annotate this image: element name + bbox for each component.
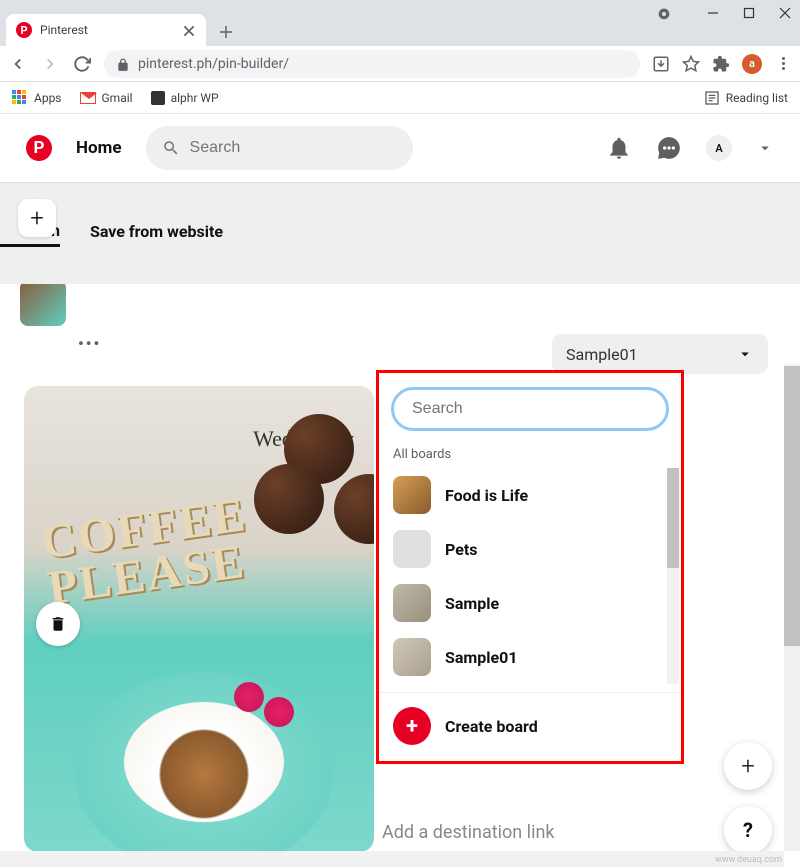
create-board-button[interactable]: + Create board <box>379 692 681 751</box>
tab-save-from-website[interactable]: Save from website <box>90 222 223 245</box>
board-label: Sample <box>445 594 499 613</box>
account-menu-chevron[interactable] <box>756 139 774 157</box>
bookmark-star-icon[interactable] <box>682 55 700 73</box>
page-vertical-scrollbar[interactable] <box>784 364 800 851</box>
chevron-down-icon <box>736 345 754 363</box>
delete-pin-button[interactable] <box>36 602 80 646</box>
apps-bookmark[interactable]: Apps <box>12 90 62 106</box>
draft-options-button[interactable]: ••• <box>78 334 101 353</box>
profile-avatar[interactable]: A <box>706 135 732 161</box>
create-board-label: Create board <box>445 717 538 736</box>
fab-help-button[interactable]: ? <box>724 806 772 854</box>
window-close-button[interactable] <box>778 6 792 20</box>
install-icon[interactable] <box>652 55 670 73</box>
gmail-bookmark[interactable]: Gmail <box>80 91 133 105</box>
plus-icon: + <box>393 707 431 745</box>
browser-tab[interactable]: P Pinterest <box>6 14 206 46</box>
browser-avatar[interactable]: a <box>742 54 762 74</box>
board-label: Food is Life <box>445 486 528 505</box>
home-link[interactable]: Home <box>76 138 122 158</box>
board-picker-panel: All boards Food is Life Pets Sample Samp… <box>376 370 684 764</box>
board-section-label: All boards <box>379 441 681 468</box>
header-search-input[interactable] <box>190 139 397 157</box>
board-thumb <box>393 584 431 622</box>
back-button[interactable] <box>8 54 28 74</box>
forward-button[interactable] <box>40 54 60 74</box>
header-search[interactable] <box>146 126 413 170</box>
board-search-input[interactable] <box>412 400 648 418</box>
board-thumb <box>393 476 431 514</box>
add-pin-button[interactable]: + <box>18 199 56 237</box>
destination-link-input[interactable]: Add a destination link <box>382 822 555 843</box>
board-thumb <box>393 638 431 676</box>
wp-icon <box>151 91 165 105</box>
window-minimize-button[interactable] <box>706 6 720 20</box>
gmail-label: Gmail <box>102 91 133 105</box>
bookmarks-bar: Apps Gmail alphr WP Reading list <box>0 82 800 114</box>
board-thumb <box>393 530 431 568</box>
page-horizontal-scrollbar[interactable] <box>0 851 784 867</box>
url-text: pinterest.ph/pin-builder/ <box>138 56 628 72</box>
reload-button[interactable] <box>72 54 92 74</box>
new-tab-button[interactable] <box>212 18 240 46</box>
content-area: + at n Save from website ••• Sample01 We… <box>0 182 800 867</box>
lock-icon <box>116 57 130 71</box>
window-maximize-button[interactable] <box>742 6 756 20</box>
apps-label: Apps <box>34 91 62 105</box>
extensions-icon[interactable] <box>712 55 730 73</box>
board-select-dropdown[interactable]: Sample01 <box>552 334 768 374</box>
board-item-pets[interactable]: Pets <box>379 522 681 576</box>
alphr-label: alphr WP <box>171 91 219 105</box>
notifications-button[interactable] <box>606 135 632 161</box>
board-item-sample[interactable]: Sample <box>379 576 681 630</box>
board-label: Pets <box>445 540 477 559</box>
reading-list-icon <box>704 90 720 106</box>
board-search[interactable] <box>391 387 669 431</box>
alphr-bookmark[interactable]: alphr WP <box>151 91 219 105</box>
cup-decor <box>74 672 334 852</box>
fab-add-button[interactable]: + <box>724 742 772 790</box>
tabstrip: P Pinterest <box>0 10 800 46</box>
pinterest-logo[interactable]: P <box>26 135 52 161</box>
board-item-sample01[interactable]: Sample01 <box>379 630 681 684</box>
pin-overlay-text: COFFEE PLEASE <box>39 492 256 611</box>
reading-list-button[interactable]: Reading list <box>704 90 788 106</box>
pin-builder-tabs: + at n Save from website <box>0 182 800 284</box>
board-label: Sample01 <box>445 648 518 667</box>
trash-icon <box>49 615 67 633</box>
board-select-value: Sample01 <box>566 345 638 364</box>
messages-button[interactable] <box>656 135 682 161</box>
board-list-scrollbar[interactable] <box>667 468 679 684</box>
board-list: Food is Life Pets Sample Sample01 <box>379 468 681 684</box>
window-controls <box>706 6 792 20</box>
tab-close-button[interactable] <box>182 23 196 37</box>
apps-icon <box>12 90 28 106</box>
search-icon <box>162 139 180 157</box>
incognito-icon <box>656 6 672 26</box>
watermark: www.deuaq.com <box>715 855 782 865</box>
pinterest-favicon: P <box>16 22 32 38</box>
tab-title: Pinterest <box>40 23 174 37</box>
board-item-food[interactable]: Food is Life <box>379 468 681 522</box>
reading-list-label: Reading list <box>726 91 788 105</box>
browser-menu-button[interactable] <box>774 57 792 70</box>
gmail-icon <box>80 92 96 104</box>
browser-toolbar: pinterest.ph/pin-builder/ a <box>0 46 800 82</box>
browser-chrome: P Pinterest pinterest.ph/pin-builder/ a … <box>0 0 800 114</box>
url-bar[interactable]: pinterest.ph/pin-builder/ <box>104 50 640 78</box>
chocolate-decor <box>254 414 374 554</box>
pinterest-header: P Home A <box>0 114 800 182</box>
draft-thumbnail[interactable] <box>20 280 66 326</box>
titlebar <box>0 0 800 10</box>
